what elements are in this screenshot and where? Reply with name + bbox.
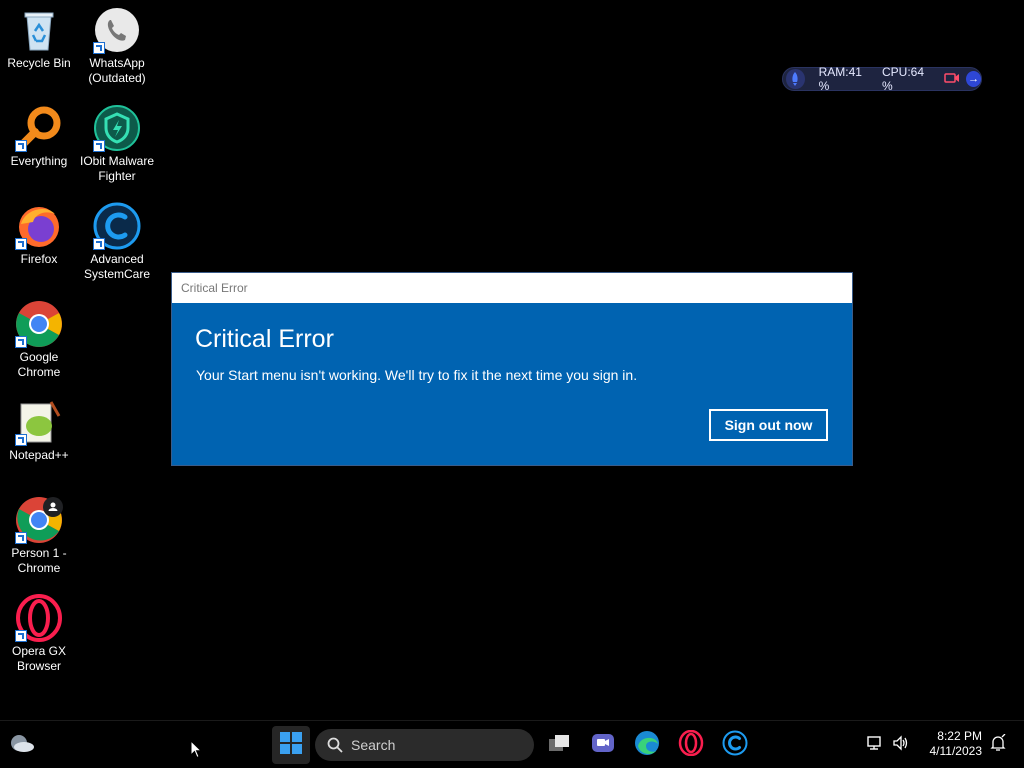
taskbar-opera[interactable] bbox=[675, 729, 707, 761]
chrome-icon bbox=[15, 300, 63, 348]
dialog-message: Your Start menu isn't working. We'll try… bbox=[196, 367, 638, 383]
desktop-icon-person-1-chrome[interactable]: Person 1 - Chrome bbox=[1, 496, 77, 576]
shortcut-arrow-icon bbox=[93, 42, 105, 54]
expand-arrow-icon[interactable]: → bbox=[966, 71, 982, 87]
network-icon bbox=[866, 735, 884, 756]
shortcut-arrow-icon bbox=[93, 238, 105, 250]
desktop-icon-firefox[interactable]: Firefox bbox=[1, 202, 77, 267]
clock-time: 8:22 PM bbox=[937, 729, 982, 743]
everything-search-icon bbox=[15, 104, 63, 152]
desktop-icon-everything[interactable]: Everything bbox=[1, 104, 77, 169]
advanced-systemcare-icon bbox=[93, 202, 141, 250]
notifications-button[interactable] bbox=[984, 729, 1012, 761]
desktop-icon-whatsapp[interactable]: WhatsApp (Outdated) bbox=[79, 6, 155, 86]
dialog-body: Critical Error Your Start menu isn't wor… bbox=[172, 303, 852, 465]
desktop-icon-advanced-systemcare[interactable]: Advanced SystemCare bbox=[79, 202, 155, 282]
taskbar-edge[interactable] bbox=[631, 729, 663, 761]
desktop-icon-recycle-bin[interactable]: Recycle Bin bbox=[1, 6, 77, 71]
taskbar-task-view[interactable] bbox=[543, 729, 575, 761]
task-view-icon bbox=[547, 733, 571, 758]
cpu-usage: CPU:64 % bbox=[881, 65, 925, 93]
taskbar-clock[interactable]: 8:22 PM 4/11/2023 bbox=[920, 729, 983, 759]
desktop-icon-label: WhatsApp (Outdated) bbox=[88, 56, 146, 85]
dialog-heading: Critical Error bbox=[195, 325, 334, 353]
whatsapp-icon bbox=[93, 6, 141, 54]
volume-tray-button[interactable] bbox=[887, 729, 915, 761]
taskbar-teams-chat[interactable] bbox=[587, 729, 619, 761]
desktop-icon-iobit-malware-fighter[interactable]: IObit Malware Fighter bbox=[79, 104, 155, 184]
desktop-icon-label: Google Chrome bbox=[17, 350, 61, 379]
critical-error-dialog: Critical Error Critical Error Your Start… bbox=[171, 272, 853, 466]
desktop-icon-notepad-plus-plus[interactable]: Notepad++ bbox=[1, 398, 77, 463]
desktop-icon-google-chrome[interactable]: Google Chrome bbox=[1, 300, 77, 380]
advanced-systemcare-icon bbox=[722, 730, 748, 761]
screen-record-icon[interactable] bbox=[944, 72, 960, 87]
shortcut-arrow-icon bbox=[15, 532, 27, 544]
sign-out-now-button[interactable]: Sign out now bbox=[709, 409, 828, 441]
volume-icon bbox=[892, 734, 910, 756]
desktop-icon-label: Firefox bbox=[20, 252, 58, 266]
shortcut-arrow-icon bbox=[15, 630, 27, 642]
firefox-icon bbox=[15, 202, 63, 250]
opera-gx-icon bbox=[15, 594, 63, 642]
taskbar-advanced-systemcare[interactable] bbox=[719, 729, 751, 761]
rocket-icon bbox=[786, 69, 805, 89]
shortcut-arrow-icon bbox=[15, 434, 27, 446]
performance-monitor-widget[interactable]: RAM:41 % CPU:64 % → bbox=[782, 65, 982, 93]
network-tray-button[interactable] bbox=[861, 729, 889, 761]
desktop-icon-label: Person 1 - Chrome bbox=[11, 546, 67, 575]
teams-chat-icon bbox=[591, 732, 615, 759]
shortcut-arrow-icon bbox=[15, 238, 27, 250]
shortcut-arrow-icon bbox=[15, 336, 27, 348]
desktop-icon-label: Opera GX Browser bbox=[11, 644, 67, 673]
clock-date: 4/11/2023 bbox=[929, 744, 983, 758]
shortcut-arrow-icon bbox=[93, 140, 105, 152]
start-button[interactable] bbox=[272, 726, 310, 764]
desktop-icon-label: Recycle Bin bbox=[7, 56, 71, 70]
desktop-icon-opera-gx[interactable]: Opera GX Browser bbox=[1, 594, 77, 674]
search-placeholder: Search bbox=[351, 737, 396, 753]
opera-icon bbox=[678, 729, 704, 761]
notepad-plus-plus-icon bbox=[15, 398, 63, 446]
shortcut-arrow-icon bbox=[15, 140, 27, 152]
start-icon bbox=[280, 731, 302, 759]
recycle-bin-icon bbox=[15, 6, 63, 54]
mouse-cursor-icon bbox=[190, 739, 203, 764]
ram-usage: RAM:41 % bbox=[818, 65, 862, 93]
chrome-profile-icon bbox=[15, 496, 63, 544]
desktop-icon-label: Advanced SystemCare bbox=[83, 252, 151, 281]
edge-icon bbox=[634, 730, 660, 761]
desktop-icon-label: Notepad++ bbox=[9, 448, 69, 462]
taskbar: Search 8:22 PM 4/11/2023 bbox=[0, 720, 1024, 768]
search-icon bbox=[327, 737, 343, 753]
notification-bell-icon bbox=[990, 733, 1006, 757]
desktop-icon-label: Everything bbox=[10, 154, 68, 168]
iobit-malware-fighter-icon bbox=[93, 104, 141, 152]
cloud-icon bbox=[9, 733, 35, 758]
desktop-icon-label: IObit Malware Fighter bbox=[79, 154, 155, 183]
taskbar-search-box[interactable]: Search bbox=[315, 729, 534, 761]
dialog-titlebar: Critical Error bbox=[172, 273, 852, 303]
weather-widget[interactable] bbox=[6, 729, 38, 761]
